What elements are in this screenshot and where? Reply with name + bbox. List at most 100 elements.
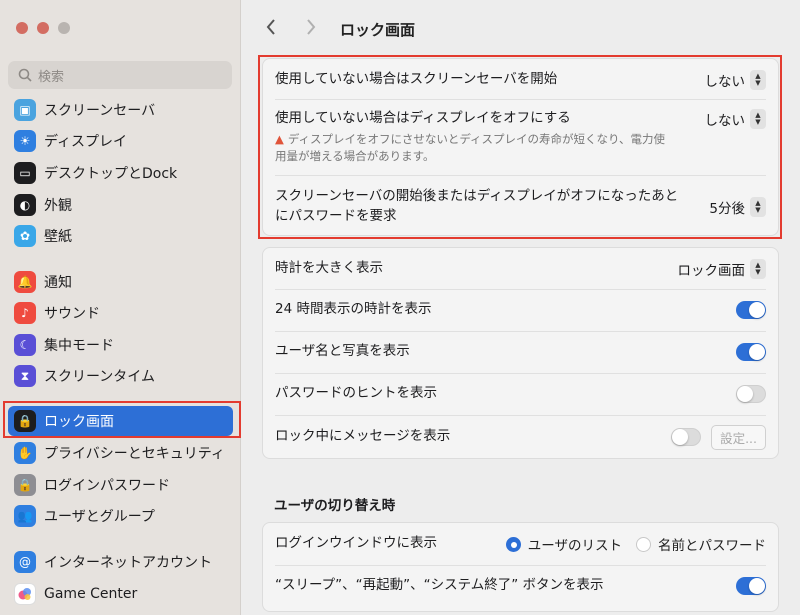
- sidebar-item-game-center[interactable]: Game Center: [8, 579, 233, 609]
- sidebar-item-screensaver[interactable]: ▣ スクリーンセーバ: [8, 95, 233, 125]
- sidebar-item-screen-time[interactable]: ⧗ スクリーンタイム: [8, 361, 233, 391]
- sidebar-item-login-password[interactable]: 🔒 ログインパスワード: [8, 470, 233, 500]
- sound-icon: ♪: [14, 302, 36, 324]
- toggle-knob: [672, 429, 689, 445]
- power-buttons-label: “スリープ”、“再起動”、“システム終了” ボタンを表示: [275, 577, 604, 594]
- hint-toggle[interactable]: [736, 385, 766, 403]
- lock-icon: 🔒: [14, 474, 36, 496]
- sidebar-item-privacy-security[interactable]: ✋ プライバシーとセキュリティ: [8, 438, 233, 468]
- login-window-label: ログインウインドウに表示: [275, 535, 437, 552]
- hint-row: パスワードのヒントを表示: [275, 381, 766, 407]
- main-pane: ロック画面 使用していない場合はスクリーンセーバを開始 しない ▲ ▼ 使用してい…: [241, 0, 800, 615]
- sidebar-item-label: デスクトップとDock: [44, 166, 178, 182]
- radio-dot: [636, 536, 651, 552]
- message-row: ロック中にメッセージを表示 設定...: [275, 424, 766, 450]
- hand-icon: ✋: [14, 442, 36, 464]
- sidebar-item-desktop-dock[interactable]: ▭ デスクトップとDock: [8, 158, 233, 188]
- large-clock-row: 時計を大きく表示 ロック画面 ▲ ▼: [275, 256, 766, 282]
- notification-icon: 🔔: [14, 271, 36, 293]
- radio-user-list[interactable]: ユーザのリスト: [505, 534, 622, 554]
- sidebar-item-label: Game Center: [44, 586, 138, 602]
- message-label: ロック中にメッセージを表示: [275, 428, 451, 445]
- sidebar-item-label: 通知: [44, 275, 72, 291]
- appearance-icon: ◐: [14, 194, 36, 216]
- clock24-row: 24 時間表示の時計を表示: [275, 297, 766, 323]
- sidebar-item-focus[interactable]: ☾ 集中モード: [8, 330, 233, 360]
- forward-button[interactable]: [301, 18, 321, 38]
- divider: [275, 415, 766, 416]
- chevron-left-icon: [266, 19, 275, 35]
- toggle-knob: [749, 344, 765, 360]
- sidebar-item-internet-accounts[interactable]: @ インターネットアカウント: [8, 547, 233, 577]
- radio-label: 名前とパスワード: [658, 538, 766, 554]
- sidebar-item-label: 外観: [44, 198, 72, 214]
- search-icon: [18, 68, 32, 82]
- chevron-right-icon: [307, 19, 316, 35]
- screensaver-icon: ▣: [14, 99, 36, 121]
- minimize-window-button[interactable]: [37, 22, 49, 34]
- updown-chevron-icon: ▲ ▼: [750, 259, 766, 279]
- login-window-row: ログインウインドウに表示 ユーザのリスト 名前とパスワード: [275, 531, 766, 557]
- sidebar-item-label: プライバシーとセキュリティ: [44, 446, 225, 462]
- clock24-toggle[interactable]: [736, 301, 766, 319]
- sidebar-item-label: ディスプレイ: [44, 134, 128, 150]
- game-center-icon: [14, 583, 36, 605]
- at-icon: @: [14, 551, 36, 573]
- username-row: ユーザ名と写真を表示: [275, 339, 766, 365]
- sidebar-item-label: ユーザとグループ: [44, 509, 155, 525]
- display-icon: ☀: [14, 130, 36, 152]
- highlight-box: [3, 401, 241, 438]
- sidebar: 検索 ▣ スクリーンセーバ ☀ ディスプレイ ▭ デスクトップとDock ◐ 外…: [0, 0, 241, 615]
- close-window-button[interactable]: [16, 22, 28, 34]
- sidebar-item-notifications[interactable]: 🔔 通知: [8, 267, 233, 297]
- login-window-options: ユーザのリスト 名前とパスワード: [494, 534, 766, 554]
- sidebar-item-label: 壁紙: [44, 229, 72, 245]
- divider: [275, 289, 766, 290]
- toggle-knob: [749, 578, 765, 594]
- username-label: ユーザ名と写真を表示: [275, 343, 410, 360]
- search-field[interactable]: 検索: [8, 61, 232, 89]
- user-switch-group: ログインウインドウに表示 ユーザのリスト 名前とパスワード “スリープ”、“再起…: [262, 522, 779, 612]
- search-placeholder: 検索: [38, 69, 65, 85]
- toggle-knob: [737, 386, 753, 402]
- power-buttons-toggle[interactable]: [736, 577, 766, 595]
- sidebar-item-sound[interactable]: ♪ サウンド: [8, 298, 233, 328]
- back-button[interactable]: [261, 18, 281, 38]
- sidebar-item-appearance[interactable]: ◐ 外観: [8, 190, 233, 220]
- highlight-box: [258, 55, 782, 239]
- toggle-knob: [749, 302, 765, 318]
- large-clock-value: ロック画面: [677, 263, 746, 279]
- hourglass-icon: ⧗: [14, 365, 36, 387]
- window-controls: [16, 22, 70, 34]
- large-clock-popup[interactable]: ロック画面 ▲ ▼: [677, 259, 766, 279]
- sidebar-item-label: スクリーンタイム: [44, 369, 156, 385]
- username-toggle[interactable]: [736, 343, 766, 361]
- sidebar-item-wallpaper[interactable]: ✿ 壁紙: [8, 221, 233, 251]
- sidebar-item-display[interactable]: ☀ ディスプレイ: [8, 126, 233, 156]
- user-switch-heading: ユーザの切り替え時: [274, 498, 396, 514]
- message-toggle[interactable]: [671, 428, 702, 446]
- wallpaper-icon: ✿: [14, 225, 36, 247]
- divider: [275, 565, 766, 566]
- sidebar-item-label: サウンド: [44, 306, 100, 322]
- message-settings-button[interactable]: 設定...: [711, 424, 766, 450]
- sidebar-item-label: インターネットアカウント: [44, 555, 212, 571]
- moon-icon: ☾: [14, 334, 36, 356]
- radio-name-password[interactable]: 名前とパスワード: [636, 534, 766, 554]
- radio-label: ユーザのリスト: [527, 538, 622, 554]
- large-clock-label: 時計を大きく表示: [275, 260, 383, 277]
- hint-label: パスワードのヒントを表示: [275, 385, 437, 402]
- sidebar-item-users-groups[interactable]: 👥 ユーザとグループ: [8, 501, 233, 531]
- users-icon: 👥: [14, 505, 36, 527]
- zoom-window-button[interactable]: [58, 22, 70, 34]
- sidebar-item-label: スクリーンセーバ: [44, 103, 156, 119]
- page-title: ロック画面: [340, 21, 416, 39]
- sidebar-item-label: 集中モード: [44, 338, 114, 354]
- dock-icon: ▭: [14, 162, 36, 184]
- lock-screen-options-group: 時計を大きく表示 ロック画面 ▲ ▼ 24 時間表示の時計を表示 ユーザ名と写真を…: [262, 247, 779, 459]
- message-controls: 設定...: [671, 424, 766, 450]
- clock24-label: 24 時間表示の時計を表示: [275, 301, 432, 318]
- divider: [275, 373, 766, 374]
- sidebar-item-label: ログインパスワード: [44, 478, 170, 494]
- power-buttons-row: “スリープ”、“再起動”、“システム終了” ボタンを表示: [275, 573, 766, 599]
